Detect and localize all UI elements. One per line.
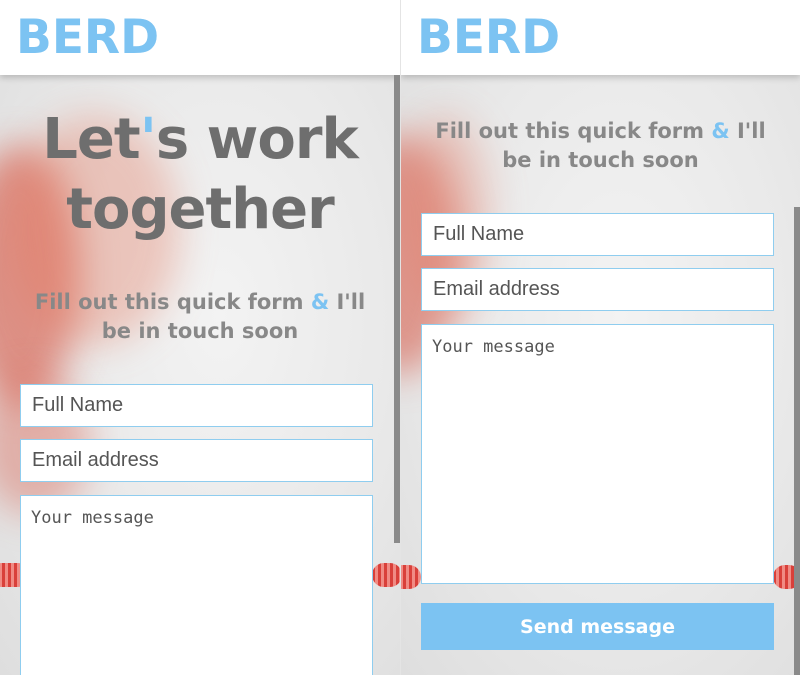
subtitle-text: I'll [729,119,766,143]
hero-title: Let's work together [0,105,400,245]
message-textarea[interactable]: Your message [421,324,774,584]
email-input[interactable]: Email address [20,439,373,482]
title-part: s work [155,107,359,172]
message-textarea[interactable]: Your message [20,495,373,675]
subtitle-text: I'll [329,290,366,314]
subtitle-line2: be in touch soon [101,319,299,343]
brand-logo[interactable]: BERD [417,8,560,68]
ampersand: & [711,119,730,143]
subtitle-line2: be in touch soon [502,148,699,172]
right-view: BERD Fill out this quick form & I'll be … [401,0,800,675]
full-name-input[interactable]: Full Name [421,213,774,256]
title-apostrophe: ' [139,107,157,172]
hero-subtitle: Fill out this quick form & I'll be in to… [401,117,800,175]
left-view: BERD Let's work together Fill out this q… [0,0,400,675]
subtitle-text: Fill out this quick form [34,290,311,314]
subtitle-text: Fill out this quick form [435,119,712,143]
title-line2: together [66,177,335,242]
brand-logo[interactable]: BERD [16,8,159,68]
hero-subtitle: Fill out this quick form & I'll be in to… [0,288,400,346]
scrollbar[interactable] [794,207,800,675]
full-name-input[interactable]: Full Name [20,384,373,427]
ampersand: & [310,290,330,314]
title-part: Let [42,107,140,172]
email-input[interactable]: Email address [421,268,774,311]
scrollbar[interactable] [394,75,400,543]
site-header: BERD [401,0,800,75]
send-message-button[interactable]: Send message [421,603,774,650]
site-header: BERD [0,0,400,75]
